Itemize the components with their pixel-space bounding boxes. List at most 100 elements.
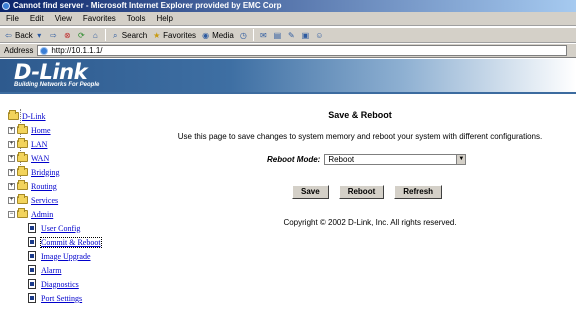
media-button[interactable]: ◉ Media: [201, 31, 234, 40]
document-icon: [28, 251, 36, 261]
nav-sub-user-config[interactable]: User Config: [28, 222, 80, 234]
reboot-mode-row: Reboot Mode: Reboot ▼: [267, 154, 467, 165]
nav-sub-commit-reboot-label: Commit & Reboot: [40, 236, 102, 248]
nav-item-services[interactable]: + Services: [8, 194, 58, 206]
messenger-icon[interactable]: ☺: [315, 31, 324, 40]
menu-help[interactable]: Help: [156, 14, 172, 23]
search-button[interactable]: ⌕ Search: [111, 31, 147, 40]
ie-logo-icon: [2, 2, 10, 10]
nav-sub-diagnostics[interactable]: Diagnostics: [28, 278, 79, 290]
favorites-label: Favorites: [163, 30, 197, 40]
expand-icon[interactable]: +: [8, 126, 15, 134]
menu-bar: File Edit View Favorites Tools Help: [0, 12, 576, 26]
menu-edit[interactable]: Edit: [30, 14, 44, 23]
favorites-button[interactable]: ★ Favorites: [152, 31, 196, 40]
back-arrow-icon: ⇦: [5, 30, 12, 40]
nav-sub-image-upgrade[interactable]: Image Upgrade: [28, 250, 91, 262]
page-icon: [40, 46, 49, 55]
menu-tools[interactable]: Tools: [127, 14, 146, 23]
history-icon[interactable]: ◷: [239, 31, 248, 40]
nav-root-label: D-Link: [22, 111, 46, 121]
media-label: Media: [212, 30, 234, 40]
reboot-mode-select[interactable]: Reboot ▼: [324, 154, 467, 165]
back-button[interactable]: ⇦ Back ▾: [4, 31, 44, 40]
stop-icon[interactable]: ⊗: [63, 31, 72, 40]
reboot-button[interactable]: Reboot: [338, 185, 385, 199]
document-icon: [28, 293, 36, 303]
search-label: Search: [121, 30, 148, 40]
media-icon: ◉: [202, 30, 210, 40]
print-icon[interactable]: ▤: [273, 31, 282, 40]
menu-view[interactable]: View: [55, 14, 72, 23]
folder-open-icon: [8, 110, 19, 120]
forward-arrow-icon[interactable]: ⇨: [49, 31, 58, 40]
toolbar-separator: [252, 29, 254, 41]
folder-icon: [17, 152, 28, 162]
chevron-down-icon[interactable]: ▼: [456, 155, 466, 164]
toolbar: ⇦ Back ▾ ⇨ ⊗ ⟳ ⌂ ⌕ Search ★ Favorites ◉ …: [0, 27, 576, 43]
address-label: Address: [4, 46, 34, 55]
folder-icon: [17, 180, 28, 190]
nav-sub-user-config-label: User Config: [41, 223, 81, 233]
mail-icon[interactable]: ✉: [259, 31, 268, 40]
nav-item-routing[interactable]: + Routing: [8, 180, 57, 192]
expand-icon[interactable]: +: [8, 196, 15, 204]
nav-item-routing-label: Routing: [31, 181, 57, 191]
reboot-mode-label: Reboot Mode:: [267, 155, 321, 164]
discuss-icon[interactable]: ▣: [301, 31, 310, 40]
home-icon[interactable]: ⌂: [91, 31, 100, 40]
nav-item-wan-label: WAN: [31, 153, 50, 163]
page-description: Use this page to save changes to system …: [177, 132, 543, 141]
favorites-icon: ★: [153, 30, 161, 40]
nav-item-lan-label: LAN: [31, 139, 48, 149]
menu-file[interactable]: File: [6, 14, 19, 23]
document-icon: [28, 265, 36, 275]
nav-item-home-label: Home: [31, 125, 51, 135]
copyright-text: Copyright © 2002 D-Link, Inc. All rights…: [283, 218, 457, 227]
nav-item-admin-label: Admin: [31, 209, 54, 219]
expand-icon[interactable]: +: [8, 140, 15, 148]
folder-icon: [17, 138, 28, 148]
nav-item-bridging-label: Bridging: [31, 167, 60, 177]
dlink-logo: D-Link: [14, 60, 88, 84]
nav-item-bridging[interactable]: + Bridging: [8, 166, 59, 178]
nav-sub-image-upgrade-label: Image Upgrade: [41, 251, 91, 261]
banner-divider: [0, 92, 576, 94]
document-icon: [28, 223, 36, 233]
reboot-mode-value: Reboot: [328, 155, 355, 164]
dlink-tagline: Building Networks For People: [14, 82, 100, 88]
folder-icon: [17, 166, 28, 176]
refresh-icon[interactable]: ⟳: [77, 31, 86, 40]
expand-icon[interactable]: +: [8, 154, 15, 162]
nav-item-wan[interactable]: + WAN: [8, 152, 49, 164]
nav-root[interactable]: D-Link: [8, 110, 46, 122]
header-banner: D-Link Building Networks For People: [0, 59, 576, 92]
nav-sub-commit-reboot[interactable]: Commit & Reboot: [28, 236, 102, 248]
window-title: Cannot find server - Microsoft Internet …: [13, 1, 282, 10]
collapse-icon[interactable]: −: [8, 210, 15, 218]
edit-icon[interactable]: ✎: [287, 31, 296, 40]
menu-favorites[interactable]: Favorites: [83, 14, 116, 23]
nav-sub-port-settings-label: Port Settings: [41, 293, 83, 303]
nav-item-admin[interactable]: − Admin: [8, 208, 53, 220]
search-icon: ⌕: [113, 30, 118, 40]
folder-open-icon: [17, 208, 28, 218]
document-icon: [28, 237, 36, 247]
nav-item-lan[interactable]: + LAN: [8, 138, 47, 150]
back-label: Back: [15, 30, 33, 40]
save-button[interactable]: Save: [292, 185, 329, 199]
refresh-button[interactable]: Refresh: [394, 185, 443, 199]
nav-item-services-label: Services: [31, 195, 59, 205]
expand-icon[interactable]: +: [8, 182, 15, 190]
nav-item-home[interactable]: + Home: [8, 124, 51, 136]
page-title: Save & Reboot: [328, 110, 392, 120]
expand-icon[interactable]: +: [8, 168, 15, 176]
dropdown-icon[interactable]: ▾: [35, 31, 44, 40]
address-input[interactable]: http://10.1.1.1/: [37, 45, 568, 56]
folder-icon: [17, 194, 28, 204]
nav-sub-diagnostics-label: Diagnostics: [41, 279, 79, 289]
address-bar: Address http://10.1.1.1/: [0, 44, 576, 58]
address-url: http://10.1.1.1/: [51, 46, 103, 55]
nav-sub-alarm[interactable]: Alarm: [28, 264, 61, 276]
nav-sub-port-settings[interactable]: Port Settings: [28, 292, 82, 304]
